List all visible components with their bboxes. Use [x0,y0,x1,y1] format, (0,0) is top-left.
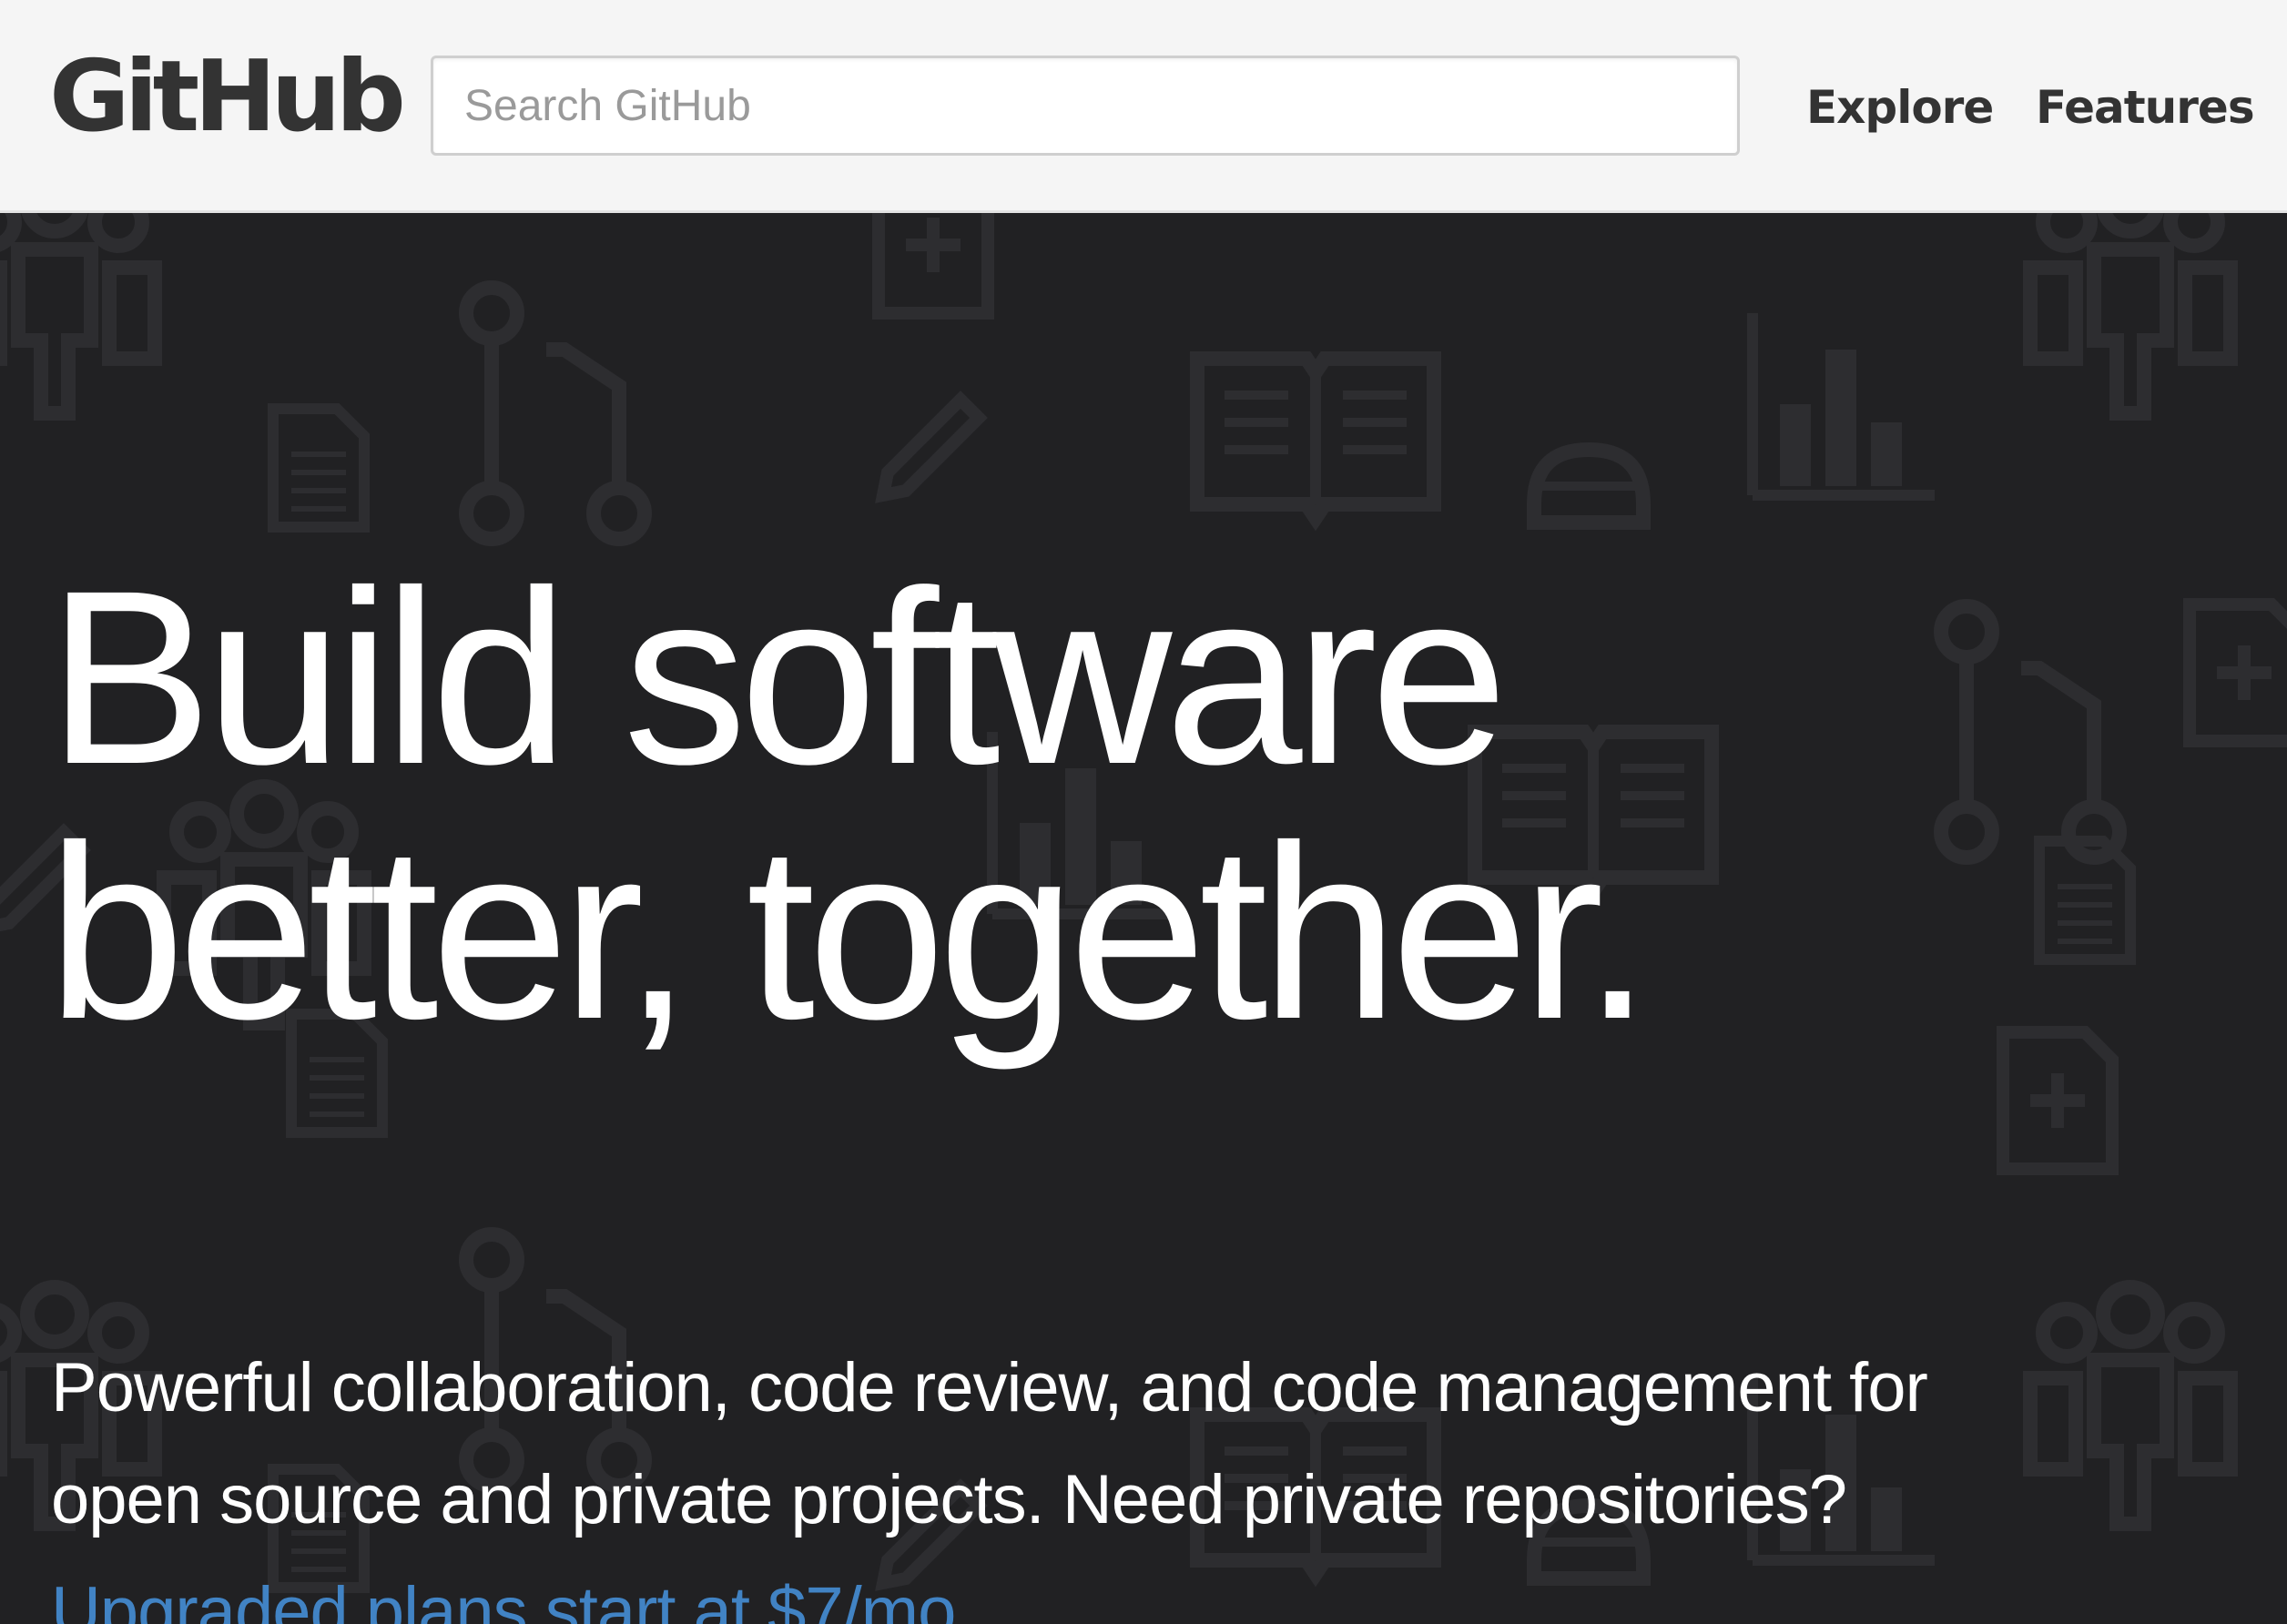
site-header: GitHub Explore Features [0,0,2287,213]
search-input[interactable] [431,56,1740,156]
hero-headline: Build software better, together. [47,550,2141,1060]
hero-section: Build software better, together. Powerfu… [0,213,2287,1624]
nav-features-link[interactable]: Features [2036,71,2255,144]
hero-subtext-line-2: open source and private projects. Need p… [51,1461,1847,1538]
hero-subtext-line-1: Powerful collaboration, code review, and… [51,1349,1928,1426]
hero-headline-line-2: better, together. [47,794,1652,1071]
hero-headline-line-1: Build software [47,539,1508,816]
github-logo[interactable]: GitHub [49,38,406,157]
upgrade-plans-link[interactable]: Upgraded plans start at $7/mo. [51,1556,2254,1624]
hero-subtext: Powerful collaboration, code review, and… [51,1332,2254,1624]
nav-explore-link[interactable]: Explore [1806,71,1994,144]
